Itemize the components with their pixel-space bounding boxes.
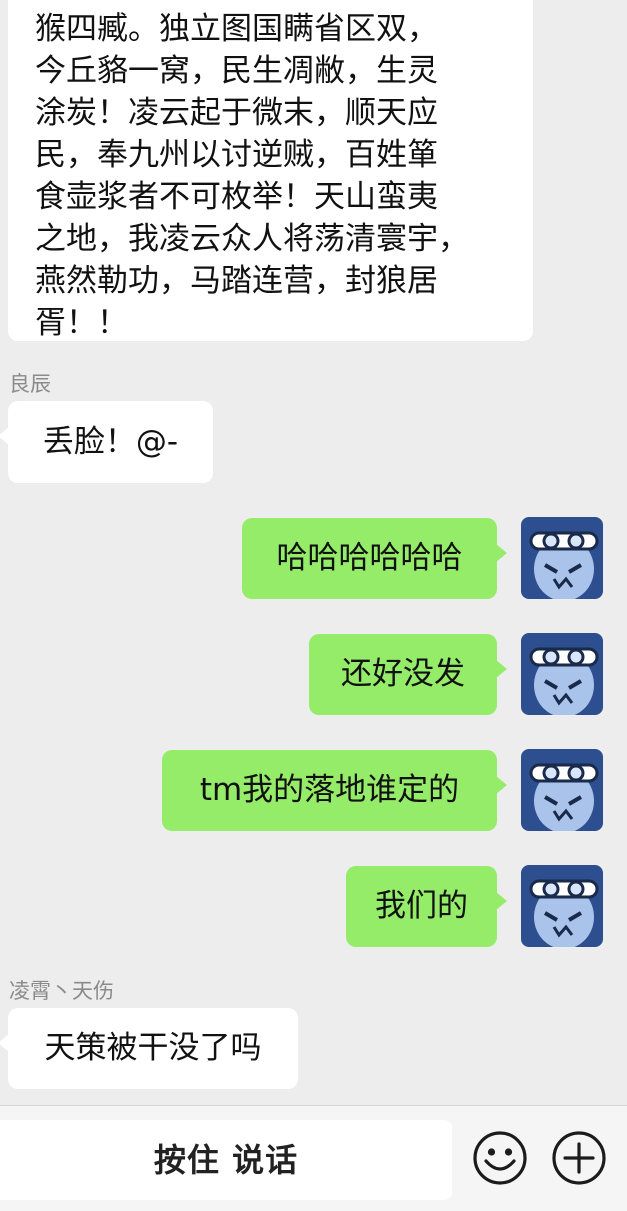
avatar-image	[521, 633, 603, 715]
message-bubble-outgoing[interactable]: 哈哈哈哈哈哈	[242, 518, 507, 599]
message-bubble-outgoing[interactable]: tm我的落地谁定的	[162, 750, 507, 831]
message-line: 燕然勒功，马踏连营，封狼居	[35, 263, 438, 299]
avatar[interactable]	[521, 633, 603, 715]
sender-name: 良辰	[9, 372, 51, 396]
message-bubble-long-text[interactable]: 猴四臧。独立图国瞒省区双， 今丘貉一窝，民生凋敝，生灵 涂炭！凌云起于微末，顺天…	[8, 0, 533, 341]
message-line: 胥！！	[35, 305, 128, 341]
avatar-image	[521, 517, 603, 599]
message-bubble-incoming[interactable]: 天策被干没了吗	[0, 1008, 298, 1089]
message-text: 我们的	[375, 888, 468, 924]
message-line: 今丘貉一窝，民生凋敝，生灵	[35, 53, 438, 89]
message-bubble-outgoing[interactable]: 还好没发	[309, 634, 507, 715]
hold-to-talk-button[interactable]: 按住 说话	[0, 1120, 452, 1200]
message-bubble-incoming[interactable]: 丢脸！@-	[0, 401, 213, 483]
message-text: 天策被干没了吗	[44, 1030, 262, 1066]
avatar[interactable]	[521, 865, 603, 947]
sender-name: 凌霄丶天伤	[9, 979, 114, 1003]
message-text: 哈哈哈哈哈哈	[276, 540, 463, 576]
message-text: tm我的落地谁定的	[199, 772, 460, 808]
message-line: 涂炭！凌云起于微末，顺天应	[35, 95, 438, 131]
message-text: 还好没发	[341, 656, 465, 692]
avatar[interactable]	[521, 517, 603, 599]
emoji-icon[interactable]	[472, 1130, 528, 1186]
avatar-image	[521, 749, 603, 831]
input-bar: 按住 说话	[0, 1105, 627, 1211]
message-line: 食壶浆者不可枚举！天山蛮夷	[35, 179, 438, 215]
chat-area[interactable]: 猴四臧。独立图国瞒省区双， 今丘貉一窝，民生凋敝，生灵 涂炭！凌云起于微末，顺天…	[0, 0, 627, 1105]
message-line: 猴四臧。独立图国瞒省区双，	[35, 11, 438, 47]
message-text: 丢脸！@-	[42, 424, 179, 460]
plus-circle-icon[interactable]	[551, 1130, 607, 1186]
avatar-image	[521, 865, 603, 947]
message-line: 之地，我凌云众人将荡清寰宇，	[35, 221, 469, 257]
message-line: 民，奉九州以讨逆贼，百姓箪	[35, 137, 438, 173]
message-bubble-outgoing[interactable]: 我们的	[346, 866, 507, 947]
avatar[interactable]	[521, 749, 603, 831]
